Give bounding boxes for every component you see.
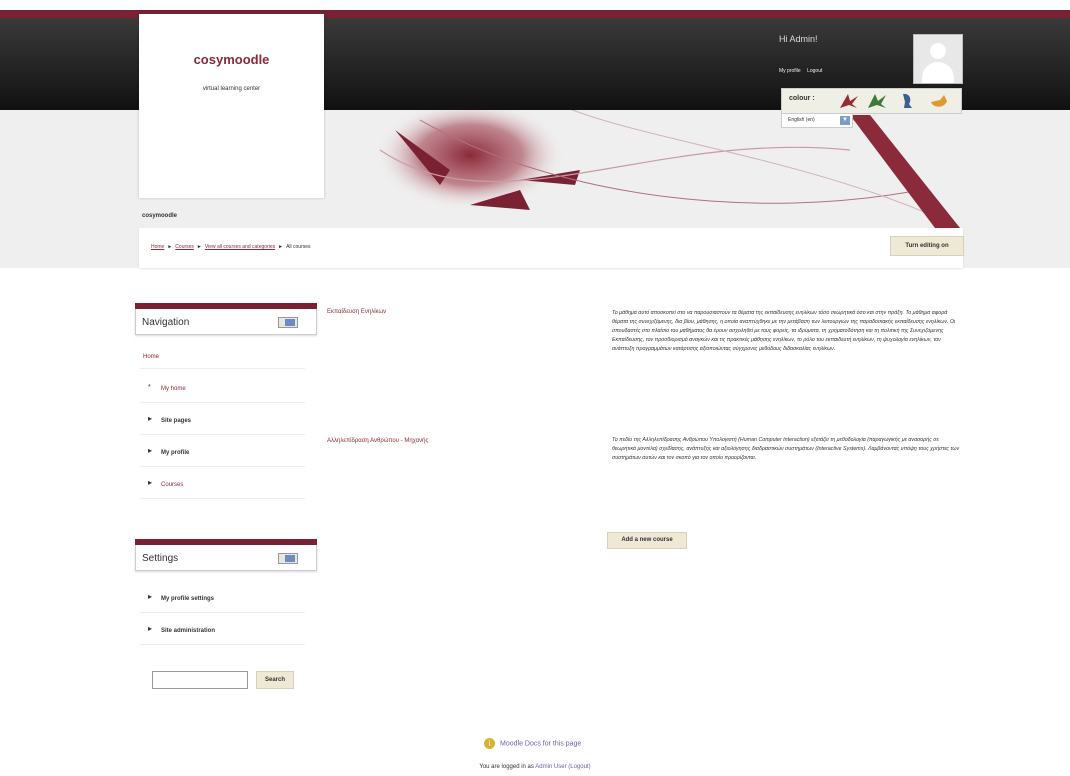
settings-title: Settings bbox=[142, 553, 179, 564]
breadcrumb: Home ► Courses ► View all courses and catego… bbox=[151, 244, 311, 250]
my-profile-link[interactable]: My profile bbox=[779, 68, 801, 74]
logout-link[interactable]: Logout bbox=[807, 68, 822, 74]
nav-item-label: Home bbox=[143, 354, 160, 360]
blue-colour-swatch-icon[interactable] bbox=[896, 92, 918, 110]
nav-item-label: My profile bbox=[161, 450, 190, 456]
user-links: My profile Logout bbox=[779, 68, 827, 74]
logo-subtitle: virtual learning center bbox=[202, 86, 261, 92]
settings-item-site-administration[interactable]: ▸ Site administration bbox=[140, 620, 305, 645]
navigation-title: Navigation bbox=[142, 317, 190, 328]
expand-arrow-icon: ▸ bbox=[148, 478, 153, 487]
breadcrumb-panel: Home ► Courses ► View all courses and catego… bbox=[139, 228, 963, 268]
moodle-docs-link[interactable]: Moodle Docs for this page bbox=[500, 740, 581, 747]
breadcrumb-current: All courses bbox=[286, 244, 311, 250]
expand-arrow-icon: ▸ bbox=[148, 414, 153, 423]
help-icon: i bbox=[484, 738, 495, 749]
add-new-course-button[interactable]: Add a new course bbox=[607, 532, 687, 549]
nav-item-home[interactable]: Home bbox=[140, 346, 305, 369]
expand-arrow-icon: ▸ bbox=[148, 446, 153, 455]
logo-title: cosymoodle bbox=[193, 52, 270, 67]
settings-item-label: Site administration bbox=[161, 628, 216, 634]
language-select[interactable]: English (en) ▼ bbox=[781, 113, 853, 128]
course-link-adult-education[interactable]: Εκπαίδευση Ενηλίκων bbox=[327, 309, 386, 315]
nav-item-site-pages[interactable]: ▸ Site pages bbox=[140, 410, 305, 435]
site-logo-box[interactable]: cosymoodle virtual learning center bbox=[139, 12, 324, 198]
avatar-head bbox=[930, 43, 946, 59]
avatar-body bbox=[922, 62, 954, 83]
colour-switcher: colour : bbox=[781, 88, 962, 114]
orange-colour-swatch-icon[interactable] bbox=[928, 92, 950, 110]
site-name: cosymoodle bbox=[142, 213, 178, 219]
bullet-icon: * bbox=[148, 384, 151, 391]
navigation-block: Navigation bbox=[135, 303, 317, 335]
footer-docs: i Moodle Docs for this page bbox=[484, 738, 581, 749]
course-summary: Το μάθημα αυτό αποσκοπεί στο να παρουσια… bbox=[612, 310, 956, 352]
language-value: English (en) bbox=[788, 117, 815, 123]
current-user-link[interactable]: Admin User bbox=[535, 764, 566, 770]
login-info: You are logged in as Admin User (Logout) bbox=[0, 764, 1070, 770]
nav-item-label: Site pages bbox=[161, 418, 192, 424]
nav-item-courses[interactable]: ▸ Courses bbox=[140, 474, 305, 499]
turn-editing-on-button[interactable]: Turn editing on bbox=[890, 236, 964, 256]
breadcrumb-separator: ► bbox=[196, 244, 202, 250]
settings-block-header: Settings bbox=[135, 545, 317, 571]
settings-item-label: My profile settings bbox=[161, 596, 215, 602]
user-avatar[interactable] bbox=[913, 34, 963, 84]
colour-label: colour : bbox=[789, 95, 815, 102]
logged-in-prefix: You are logged in as bbox=[479, 764, 534, 770]
nav-item-label: Courses bbox=[161, 482, 184, 488]
green-colour-swatch-icon[interactable] bbox=[866, 92, 888, 110]
user-greeting: Hi Admin! bbox=[779, 34, 818, 44]
expand-arrow-icon: ▸ bbox=[148, 592, 153, 601]
nav-item-label: My home bbox=[161, 386, 186, 392]
nav-item-my-profile[interactable]: ▸ My profile bbox=[140, 442, 305, 467]
breadcrumb-courses[interactable]: Courses bbox=[175, 244, 194, 250]
breadcrumb-view-all[interactable]: View all courses and categories bbox=[205, 244, 275, 250]
course-link-hci[interactable]: Αλληλεπίδραση Ανθρώπου - Μηχανής bbox=[327, 438, 428, 444]
dock-icon[interactable] bbox=[278, 553, 298, 564]
breadcrumb-home[interactable]: Home bbox=[151, 244, 164, 250]
settings-item-my-profile-settings[interactable]: ▸ My profile settings bbox=[140, 588, 305, 613]
settings-block: Settings bbox=[135, 539, 317, 571]
breadcrumb-separator: ► bbox=[278, 244, 284, 250]
search-input[interactable] bbox=[152, 671, 248, 689]
red-colour-swatch-icon[interactable] bbox=[838, 92, 860, 110]
search-button[interactable]: Search bbox=[256, 671, 294, 689]
expand-arrow-icon: ▸ bbox=[148, 624, 153, 633]
navigation-block-header: Navigation bbox=[135, 309, 317, 335]
chevron-down-icon: ▼ bbox=[840, 116, 850, 125]
footer-logout-link[interactable]: (Logout) bbox=[568, 764, 590, 770]
breadcrumb-separator: ► bbox=[167, 244, 173, 250]
nav-item-my-home[interactable]: * My home bbox=[140, 378, 305, 403]
dock-icon[interactable] bbox=[278, 317, 298, 328]
course-summary: Το πεδίο της Αλληλεπίδρασης Ανθρώπου Υπο… bbox=[612, 437, 960, 461]
